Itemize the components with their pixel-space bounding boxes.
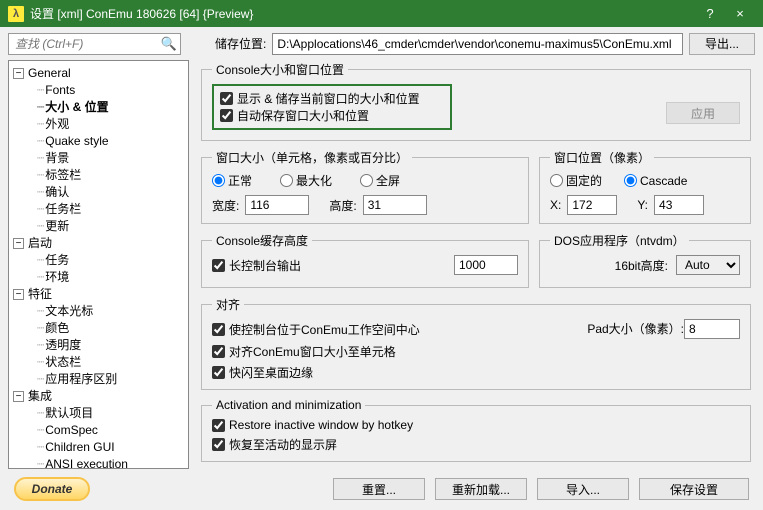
align-cells-label: 对齐ConEmu窗口大小至单元格 [229,343,396,360]
center-checkbox[interactable] [212,323,225,336]
tree-confirm[interactable]: ┈确认 [9,184,188,201]
main-panel: Console大小和窗口位置 显示 & 储存当前窗口的大小和位置 自动保存窗口大… [189,57,763,472]
tree-general[interactable]: −General [9,65,188,82]
tree-update[interactable]: ┈更新 [9,218,188,235]
tree-children[interactable]: ┈Children GUI [9,439,188,456]
autosave-checkbox[interactable] [220,109,233,122]
restore-monitor-checkbox[interactable] [212,438,225,451]
tree-fonts[interactable]: ┈Fonts [9,82,188,99]
align-legend: 对齐 [212,296,244,313]
top-row: 🔍 储存位置: 导出... [0,27,763,57]
apply-button: 应用 [666,102,740,124]
y-label: Y: [637,198,648,212]
tree-ansi[interactable]: ┈ANSI execution [9,456,188,469]
footer: Donate 重置... 重新加载... 导入... 保存设置 [0,472,763,506]
16bit-select[interactable]: Auto [676,255,740,275]
buffer-input[interactable] [454,255,518,275]
tree-comspec[interactable]: ┈ComSpec [9,422,188,439]
long-output-checkbox[interactable] [212,259,225,272]
app-icon: λ [8,6,24,22]
tree-textcursor[interactable]: ┈文本光标 [9,303,188,320]
tree-integration[interactable]: −集成 [9,388,188,405]
console-group: Console大小和窗口位置 显示 & 储存当前窗口的大小和位置 自动保存窗口大… [201,61,751,141]
help-button[interactable]: ? [695,6,725,21]
center-label: 使控制台位于ConEmu工作空间中心 [229,321,420,338]
buffer-group: Console缓存高度 长控制台输出 [201,232,529,288]
buffer-legend: Console缓存高度 [212,232,312,249]
snap-checkbox[interactable] [212,366,225,379]
long-output-label: 长控制台输出 [229,257,301,274]
restore-monitor-label: 恢复至活动的显示屏 [229,436,337,453]
tree-quake[interactable]: ┈Quake style [9,133,188,150]
snap-label: 快闪至桌面边缘 [229,364,313,381]
tree-default[interactable]: ┈默认项目 [9,405,188,422]
radio-full[interactable]: 全屏 [360,172,400,189]
tree-tabbar[interactable]: ┈标签栏 [9,167,188,184]
activation-group: Activation and minimization Restore inac… [201,398,751,462]
width-label: 宽度: [212,197,239,214]
tree-appearance[interactable]: ┈外观 [9,116,188,133]
help-link[interactable]: https://conemu.github.io/en/SettingsSize… [205,470,751,472]
tree-appdist[interactable]: ┈应用程序区别 [9,371,188,388]
tree-tasks[interactable]: ┈任务 [9,252,188,269]
tree-status[interactable]: ┈状态栏 [9,354,188,371]
winpos-group: 窗口位置（像素） 固定的 Cascade X: Y: [539,149,751,224]
tree-env[interactable]: ┈环境 [9,269,188,286]
radio-cascade[interactable]: Cascade [624,174,687,188]
width-input[interactable] [245,195,309,215]
close-button[interactable]: × [725,6,755,21]
titlebar: λ 设置 [xml] ConEmu 180626 [64] {Preview} … [0,0,763,27]
height-label: 高度: [329,197,356,214]
dos-legend: DOS应用程序（ntvdm） [550,232,689,249]
align-group: 对齐 使控制台位于ConEmu工作空间中心 Pad大小（像素）: 对齐ConEm… [201,296,751,390]
tree-colors[interactable]: ┈颜色 [9,320,188,337]
y-input[interactable] [654,195,704,215]
pad-input[interactable] [684,319,740,339]
import-button[interactable]: 导入... [537,478,629,500]
reset-button[interactable]: 重置... [333,478,425,500]
tree-taskbar[interactable]: ┈任务栏 [9,201,188,218]
restore-hotkey-checkbox[interactable] [212,419,225,432]
pad-label: Pad大小（像素）: [587,322,684,336]
storage-label: 储存位置: [215,35,266,52]
highlight-box: 显示 & 储存当前窗口的大小和位置 自动保存窗口大小和位置 [212,84,452,130]
restore-hotkey-label: Restore inactive window by hotkey [229,418,413,432]
winsize-legend: 窗口大小（单元格，像素或百分比） [212,149,412,166]
autosave-label: 自动保存窗口大小和位置 [237,107,369,124]
show-store-checkbox[interactable] [220,92,233,105]
save-settings-button[interactable]: 保存设置 [639,478,749,500]
tree-background[interactable]: ┈背景 [9,150,188,167]
radio-fixed[interactable]: 固定的 [550,172,602,189]
tree-startup[interactable]: −启动 [9,235,188,252]
storage-path-input[interactable] [272,33,683,55]
search-icon[interactable]: 🔍 [161,36,177,52]
radio-normal[interactable]: 正常 [212,172,252,189]
16bit-label: 16bit高度: [615,257,668,274]
reload-button[interactable]: 重新加载... [435,478,527,500]
sidebar-tree[interactable]: −General ┈Fonts ┈大小 & 位置 ┈外观 ┈Quake styl… [8,60,189,469]
export-button[interactable]: 导出... [689,33,755,55]
console-legend: Console大小和窗口位置 [212,61,348,78]
search-input[interactable] [8,33,181,55]
tree-features[interactable]: −特征 [9,286,188,303]
align-cells-checkbox[interactable] [212,345,225,358]
height-input[interactable] [363,195,427,215]
activation-legend: Activation and minimization [212,398,365,412]
x-input[interactable] [567,195,617,215]
donate-button[interactable]: Donate [14,477,90,501]
tree-size-pos[interactable]: ┈大小 & 位置 [9,99,188,116]
winsize-group: 窗口大小（单元格，像素或百分比） 正常 最大化 全屏 宽度: 高度: [201,149,529,224]
radio-max[interactable]: 最大化 [280,172,332,189]
dos-group: DOS应用程序（ntvdm） 16bit高度: Auto [539,232,751,288]
winpos-legend: 窗口位置（像素） [550,149,654,166]
show-store-label: 显示 & 储存当前窗口的大小和位置 [237,90,420,107]
search-box: 🔍 [8,33,181,55]
x-label: X: [550,198,561,212]
tree-transparency[interactable]: ┈透明度 [9,337,188,354]
title-text: 设置 [xml] ConEmu 180626 [64] {Preview} [30,5,253,22]
